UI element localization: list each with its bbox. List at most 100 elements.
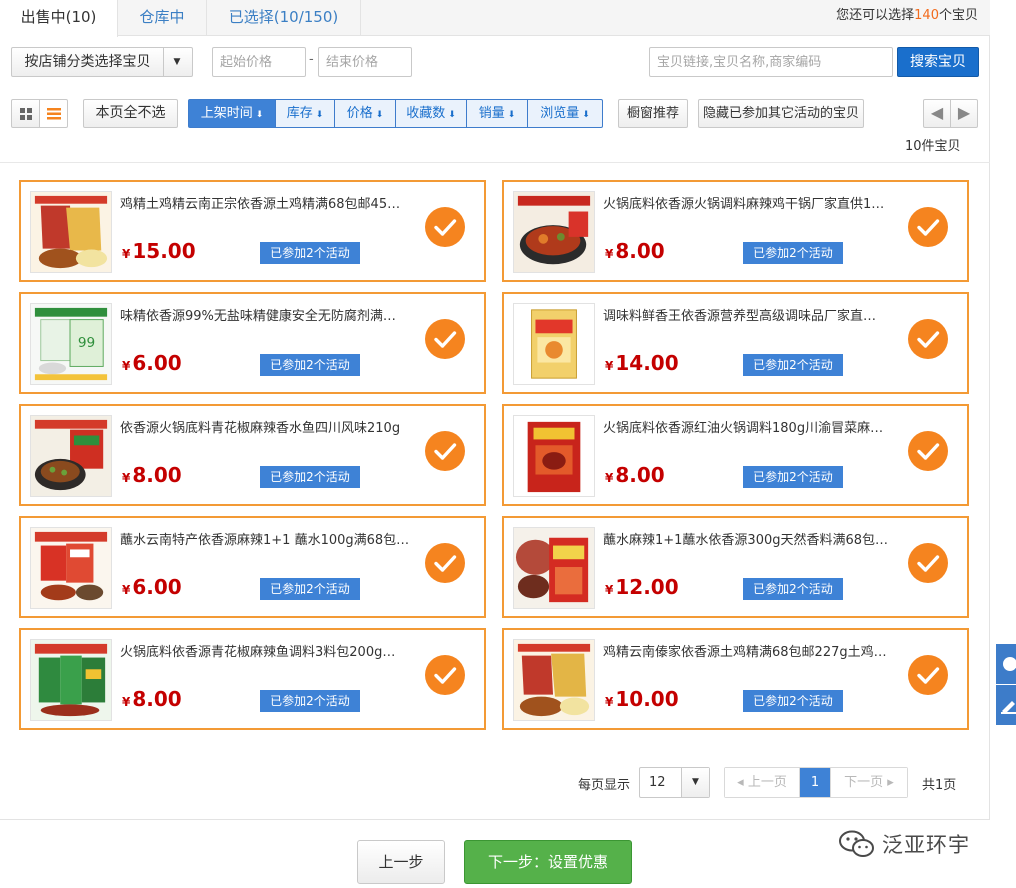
product-card[interactable]: 蘸水云南特产依香源麻辣1+1 蘸水100g满68包… ¥6.00 已参加2个活动 (19, 516, 486, 618)
side-float-tab-chat[interactable] (996, 644, 1016, 684)
prev-page-button[interactable]: ◂ 上一页 (725, 768, 800, 797)
list-view-button[interactable] (39, 99, 68, 128)
currency-symbol: ¥ (122, 695, 131, 709)
product-title[interactable]: 火锅底料依香源青花椒麻辣鱼调料3料包200g… (120, 641, 420, 660)
price-value: 12.00 (615, 575, 679, 599)
price-max-input[interactable] (318, 47, 412, 77)
product-title[interactable]: 蘸水云南特产依香源麻辣1+1 蘸水100g满68包… (120, 529, 420, 548)
prev-page-arrow-button[interactable]: ◀ (923, 99, 951, 128)
hide-in-activity-button[interactable]: 隐藏已参加其它活动的宝贝 (698, 99, 864, 128)
product-image (31, 416, 111, 496)
chevron-left-icon: ◂ (737, 775, 748, 790)
product-card[interactable]: 依香源火锅底料青花椒麻辣香水鱼四川风味210g ¥8.00 已参加2个活动 (19, 404, 486, 506)
product-price: ¥8.00 (605, 239, 665, 263)
sort-label: 价格 (346, 106, 373, 121)
sort-label: 收藏数 (406, 106, 446, 121)
product-title[interactable]: 火锅底料依香源火锅调料麻辣鸡干锅厂家直供1… (603, 193, 903, 212)
currency-symbol: ¥ (605, 583, 614, 597)
currency-symbol: ¥ (605, 247, 614, 261)
currency-symbol: ¥ (605, 471, 614, 485)
sort-stock[interactable]: 库存 ⬇ (276, 100, 335, 127)
window-recommend-button[interactable]: 橱窗推荐 (618, 99, 688, 128)
activity-badge: 已参加2个活动 (260, 690, 360, 712)
product-thumbnail (30, 527, 112, 609)
selected-check-icon[interactable] (425, 655, 465, 695)
activity-badge: 已参加2个活动 (260, 354, 360, 376)
quota-suffix: 个宝贝 (938, 8, 978, 23)
checkmark-icon (917, 667, 940, 684)
checkmark-icon (434, 443, 457, 460)
product-title[interactable]: 依香源火锅底料青花椒麻辣香水鱼四川风味210g (120, 417, 420, 436)
selected-check-icon[interactable] (908, 655, 948, 695)
activity-badge: 已参加2个活动 (743, 578, 843, 600)
product-price: ¥6.00 (122, 575, 182, 599)
search-input[interactable] (649, 47, 893, 77)
category-select[interactable]: 按店铺分类选择宝贝 ▼ (11, 47, 193, 77)
selected-check-icon[interactable] (908, 319, 948, 359)
product-title[interactable]: 火锅底料依香源红油火锅调料180g川渝冒菜麻… (603, 417, 903, 436)
current-page[interactable]: 1 (800, 768, 831, 797)
checkmark-icon (434, 555, 457, 572)
product-card[interactable]: 蘸水麻辣1+1蘸水依香源300g天然香料满68包… ¥12.00 已参加2个活动 (502, 516, 969, 618)
per-page-value: 12 (649, 775, 666, 790)
product-title[interactable]: 调味料鲜香王依香源营养型高级调味品厂家直… (603, 305, 903, 324)
sort-sales[interactable]: 销量 ⬇ (467, 100, 528, 127)
sort-views[interactable]: 浏览量 ⬇ (528, 100, 602, 127)
product-thumbnail (30, 415, 112, 497)
wechat-icon (839, 830, 874, 857)
price-value: 8.00 (615, 239, 665, 263)
tab-selected[interactable]: 已选择(10/150) (207, 0, 361, 36)
selected-check-icon[interactable] (908, 207, 948, 247)
category-select-label: 按店铺分类选择宝贝 (12, 48, 164, 76)
product-image (514, 528, 594, 608)
product-price: ¥12.00 (605, 575, 679, 599)
checkmark-icon (917, 331, 940, 348)
product-title[interactable]: 味精依香源99%无盐味精健康安全无防腐剂满… (120, 305, 420, 324)
quota-count: 140 (914, 8, 939, 23)
grid-icon (20, 108, 32, 120)
product-card[interactable]: 鸡精土鸡精云南正宗依香源土鸡精满68包邮45… ¥15.00 已参加2个活动 (19, 180, 486, 282)
product-title[interactable]: 鸡精土鸡精云南正宗依香源土鸡精满68包邮45… (120, 193, 420, 212)
selected-check-icon[interactable] (425, 543, 465, 583)
sort-favorites[interactable]: 收藏数 ⬇ (396, 100, 467, 127)
chevron-down-icon: ▼ (173, 57, 181, 67)
total-pages: 共1页 (922, 778, 957, 793)
product-card[interactable]: 火锅底料依香源红油火锅调料180g川渝冒菜麻… ¥8.00 已参加2个活动 (502, 404, 969, 506)
product-title[interactable]: 鸡精云南傣家依香源土鸡精满68包邮227g土鸡… (603, 641, 903, 660)
selected-check-icon[interactable] (425, 207, 465, 247)
selected-check-icon[interactable] (908, 431, 948, 471)
selected-check-icon[interactable] (425, 319, 465, 359)
selection-quota: 您还可以选择140个宝贝 (836, 0, 978, 32)
product-card[interactable]: 99 味精依香源99%无盐味精健康安全无防腐剂满… ¥6.00 已参加2个活动 (19, 292, 486, 394)
per-page-label: 每页显示 (578, 778, 631, 793)
activity-badge: 已参加2个活动 (743, 466, 843, 488)
next-page-arrow-button[interactable]: ▶ (950, 99, 978, 128)
product-card[interactable]: 火锅底料依香源火锅调料麻辣鸡干锅厂家直供1… ¥8.00 已参加2个活动 (502, 180, 969, 282)
side-float-tab-edit[interactable] (996, 685, 1016, 725)
sort-price[interactable]: 价格 ⬇ (335, 100, 396, 127)
selected-check-icon[interactable] (908, 543, 948, 583)
checkmark-icon (434, 667, 457, 684)
per-page-select[interactable]: 12 ▼ (639, 767, 710, 798)
product-title[interactable]: 蘸水麻辣1+1蘸水依香源300g天然香料满68包… (603, 529, 903, 548)
search-button[interactable]: 搜索宝贝 (897, 47, 979, 77)
tab-on-sale[interactable]: 出售中(10) (0, 0, 118, 37)
product-image (31, 528, 111, 608)
divider (0, 162, 990, 163)
grid-view-button[interactable] (11, 99, 40, 128)
product-card[interactable]: 火锅底料依香源青花椒麻辣鱼调料3料包200g… ¥8.00 已参加2个活动 (19, 628, 486, 730)
prev-step-button[interactable]: 上一步 (357, 840, 445, 884)
tab-warehouse[interactable]: 仓库中 (118, 0, 207, 36)
price-min-input[interactable] (212, 47, 306, 77)
product-thumbnail (513, 303, 595, 385)
product-image (514, 416, 594, 496)
product-card[interactable]: 鸡精云南傣家依香源土鸡精满68包邮227g土鸡… ¥10.00 已参加2个活动 (502, 628, 969, 730)
arrow-down-icon: ⬇ (448, 110, 456, 120)
unselect-page-button[interactable]: 本页全不选 (83, 99, 178, 128)
selected-check-icon[interactable] (425, 431, 465, 471)
next-step-button[interactable]: 下一步：设置优惠 (464, 840, 632, 884)
product-image (31, 640, 111, 720)
product-card[interactable]: 调味料鲜香王依香源营养型高级调味品厂家直… ¥14.00 已参加2个活动 (502, 292, 969, 394)
next-page-button[interactable]: 下一页 ▸ (831, 768, 907, 797)
sort-listing-time[interactable]: 上架时间 ⬇ (189, 100, 276, 127)
